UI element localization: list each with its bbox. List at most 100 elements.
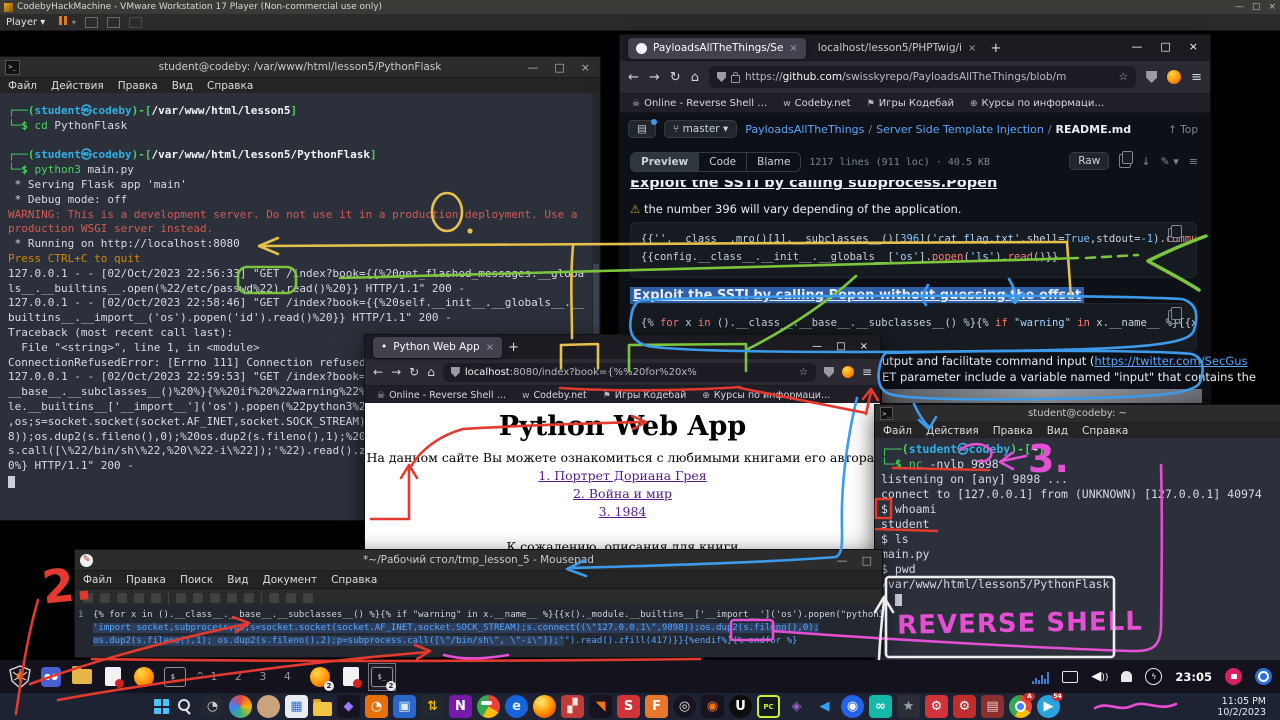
protections-shield-icon[interactable] bbox=[1146, 71, 1157, 83]
forward-icon[interactable]: → bbox=[649, 70, 660, 85]
search-icon[interactable] bbox=[173, 695, 196, 718]
breadcrumb-repo[interactable]: PayloadsAllTheThings bbox=[745, 123, 864, 136]
branch-selector[interactable]: ⑂ master ▾ bbox=[664, 120, 737, 138]
code-block-1[interactable]: {{''.__class__.mro()[1].__subclasses__()… bbox=[630, 222, 1197, 278]
file-view-tabs[interactable]: Preview Code Blame bbox=[630, 152, 801, 172]
map-pin-icon[interactable]: ◉ bbox=[841, 695, 864, 718]
reader-app-icon[interactable]: F bbox=[645, 695, 668, 718]
new-tab-button[interactable]: + bbox=[508, 340, 519, 355]
menu-actions[interactable]: Действия bbox=[926, 425, 979, 437]
section-heading-popen-offset[interactable]: Exploit the SSTI by calling Popen withou… bbox=[630, 287, 1084, 304]
menu-file[interactable]: Файл bbox=[883, 425, 912, 437]
tab-blame[interactable]: Blame bbox=[746, 153, 800, 171]
updates-icon[interactable] bbox=[1255, 668, 1272, 685]
menu-file[interactable]: Файл bbox=[8, 80, 37, 92]
firefox-launcher-icon[interactable] bbox=[132, 665, 156, 689]
menu-icon[interactable]: ≡ bbox=[1191, 70, 1202, 85]
terminal-listener-output[interactable]: ┌──(student㉿codeby)-[~]└─$ nc -nvlp 9898… bbox=[875, 438, 1280, 660]
tab-code[interactable]: Code bbox=[698, 153, 746, 171]
raw-button[interactable]: Raw bbox=[1069, 152, 1109, 170]
back-icon[interactable]: ← bbox=[628, 70, 639, 85]
codeby-logo-icon[interactable] bbox=[8, 665, 32, 689]
teal-app-icon[interactable]: ∞ bbox=[869, 695, 892, 718]
maximize-icon[interactable]: □ bbox=[554, 61, 564, 74]
new-file-icon[interactable] bbox=[83, 593, 93, 603]
section-heading-subprocess-popen[interactable]: Exploit the SSTI by calling subprocess.P… bbox=[630, 180, 997, 191]
twitter-link[interactable]: https://twitter.com/SecGus bbox=[1094, 354, 1247, 368]
close-tab-icon[interactable]: × bbox=[968, 43, 976, 54]
virtualbox-icon[interactable]: ▣ bbox=[393, 695, 416, 718]
maximize-icon[interactable]: □ bbox=[836, 341, 845, 352]
clock-app-icon[interactable]: ◔ bbox=[365, 695, 388, 718]
display-icon[interactable] bbox=[1062, 671, 1078, 683]
bookmark-star-icon[interactable]: ☆ bbox=[1119, 71, 1128, 83]
new-tab-button[interactable]: + bbox=[990, 41, 1001, 56]
keepass-lock-icon[interactable] bbox=[1225, 668, 1242, 685]
minimize-icon[interactable]: — bbox=[812, 341, 822, 352]
book-link-3[interactable]: 3. 1984 bbox=[599, 504, 647, 519]
bookmark-star-icon[interactable]: ☆ bbox=[799, 367, 808, 378]
blender-icon[interactable]: ◉ bbox=[701, 695, 724, 718]
red-app-icon[interactable]: ▞ bbox=[561, 695, 584, 718]
menu-edit[interactable]: Правка bbox=[118, 80, 158, 92]
maximize-icon[interactable]: □ bbox=[862, 554, 872, 567]
pause-button[interactable]: ▾ bbox=[59, 16, 76, 28]
power-manager-icon[interactable]: ϟ bbox=[1145, 668, 1162, 685]
url-bar[interactable]: https://github.com/swisskyrepo/PayloadsA… bbox=[709, 66, 1136, 88]
file-tree-button[interactable]: ▤ bbox=[628, 120, 656, 138]
bookmark-codeby[interactable]: wCodeby.net bbox=[522, 390, 587, 401]
back-icon[interactable]: ← bbox=[373, 365, 383, 379]
bookmark-courses[interactable]: ⊕Курсы по информаци… bbox=[702, 390, 830, 401]
edit-pencil-icon[interactable]: ✎ ▾ bbox=[1161, 155, 1179, 168]
pycharm-icon[interactable]: PC bbox=[757, 695, 780, 718]
player-menu-button[interactable]: Player ▾ bbox=[6, 17, 45, 28]
fullscreen-icon[interactable] bbox=[107, 17, 120, 28]
app-menu-icon[interactable]: ●● bbox=[39, 665, 63, 689]
clock[interactable]: 23:05 bbox=[1175, 670, 1212, 684]
outline-icon[interactable]: ≡ bbox=[1189, 155, 1198, 168]
windows-clock[interactable]: 11:05 PM10/2/2023 bbox=[1217, 696, 1266, 718]
book-link-1[interactable]: 1. Портрет Дориана Грея bbox=[538, 468, 706, 483]
unreal-icon[interactable]: U bbox=[729, 695, 752, 718]
menu-help[interactable]: Справка bbox=[1082, 425, 1128, 437]
mousepad-launcher-icon[interactable] bbox=[101, 665, 125, 689]
close-icon[interactable]: × bbox=[581, 61, 590, 74]
send-keys-icon[interactable] bbox=[85, 17, 98, 28]
maximize-icon[interactable]: □ bbox=[1252, 2, 1261, 12]
ring-app-icon[interactable]: ◎ bbox=[673, 695, 696, 718]
paste-icon[interactable] bbox=[244, 593, 254, 603]
mousepad-text[interactable]: {% for x in ().__class__.__base__.__subc… bbox=[93, 609, 878, 648]
chrome-profile-icon[interactable]: A bbox=[1009, 695, 1032, 718]
expand-caret-icon[interactable]: ^ bbox=[196, 671, 204, 682]
gauge-app-icon[interactable]: ◔ bbox=[201, 695, 224, 718]
cut-icon[interactable] bbox=[210, 593, 220, 603]
menu-actions[interactable]: Действия bbox=[51, 80, 104, 92]
bookmark-games[interactable]: ⚑Игры Кодебай bbox=[603, 390, 687, 401]
edge-icon[interactable]: e bbox=[505, 695, 528, 718]
open-file-icon[interactable] bbox=[100, 593, 110, 603]
download-icon[interactable]: ↓ bbox=[1141, 155, 1150, 168]
file-manager-icon[interactable] bbox=[70, 665, 94, 689]
copy-icon[interactable] bbox=[1119, 154, 1131, 168]
copy-icon[interactable] bbox=[227, 593, 237, 603]
redo-icon[interactable] bbox=[193, 593, 203, 603]
obsidian-app-icon[interactable]: ◆ bbox=[337, 695, 360, 718]
replace-icon[interactable] bbox=[286, 593, 296, 603]
menu-help[interactable]: Справка bbox=[207, 80, 253, 92]
tab-payloadsallthethings[interactable]: PayloadsAllTheThings/Se × bbox=[628, 38, 806, 59]
gear-red-icon-1[interactable]: ⚙ bbox=[925, 695, 948, 718]
forward-icon[interactable]: → bbox=[391, 365, 401, 379]
save-icon[interactable] bbox=[117, 593, 127, 603]
calendar-app-icon[interactable]: ▦ bbox=[285, 695, 308, 718]
firefox-icon[interactable] bbox=[533, 695, 556, 718]
workspace-switcher[interactable]: 1 2 3 4 bbox=[210, 670, 297, 683]
notifications-bell-icon[interactable] bbox=[1121, 671, 1132, 682]
bookmark-reverse-shell[interactable]: ☠Online - Reverse Shell … bbox=[632, 98, 767, 109]
shuriken-app-icon[interactable]: ★ bbox=[897, 695, 920, 718]
bookmark-codeby[interactable]: wCodeby.net bbox=[783, 98, 850, 109]
volume-icon[interactable]: ◀)) bbox=[1091, 669, 1108, 684]
minimize-icon[interactable]: — bbox=[527, 61, 538, 74]
colorful-app-icon[interactable] bbox=[229, 695, 252, 718]
terminal-listener-titlebar[interactable]: >_ student@codeby: ~ bbox=[875, 405, 1280, 423]
onenote-icon[interactable]: N bbox=[449, 695, 472, 718]
